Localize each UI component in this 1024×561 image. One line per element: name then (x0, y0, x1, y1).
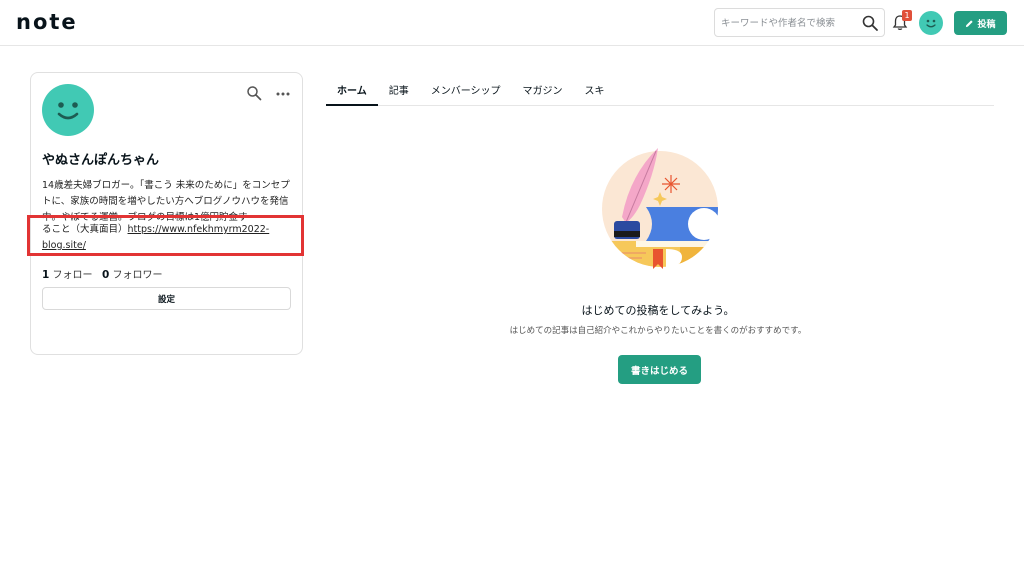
settings-button[interactable]: 設定 (42, 287, 291, 310)
empty-state-title: はじめての投稿をしてみよう。 (581, 304, 735, 317)
tab-articles[interactable]: 記事 (378, 76, 420, 106)
profile-card: やぬさんぽんちゃん 14歳差夫婦ブロガー。「書こう 未来のために」をコンセプトに… (30, 72, 303, 355)
highlight-box (27, 215, 304, 256)
follow-stats: 1 フォロー 0 フォロワー (42, 266, 163, 281)
user-avatar[interactable] (919, 11, 943, 35)
followers-count[interactable]: 0 (102, 269, 109, 281)
profile-tabs: ホーム 記事 メンバーシップ マガジン スキ (326, 76, 994, 106)
smile-avatar-icon (926, 19, 936, 28)
search-icon[interactable] (246, 85, 262, 101)
tab-magazine[interactable]: マガジン (512, 76, 574, 106)
top-header: note 1 投稿 (0, 0, 1024, 46)
quill-ink-illustration (602, 148, 724, 269)
pencil-icon (966, 19, 974, 27)
tab-likes[interactable]: スキ (574, 76, 616, 106)
tab-membership[interactable]: メンバーシップ (420, 76, 512, 106)
profile-name: やぬさんぽんちゃん (42, 153, 160, 168)
followers-label[interactable]: フォロワー (113, 270, 163, 281)
more-icon[interactable] (275, 91, 291, 97)
following-label[interactable]: フォロー (53, 270, 93, 281)
profile-avatar[interactable] (42, 84, 94, 136)
tab-home[interactable]: ホーム (326, 76, 378, 106)
notification-badge: 1 (902, 10, 912, 21)
note-logo[interactable]: note (16, 10, 78, 34)
following-count[interactable]: 1 (42, 269, 49, 281)
search-icon[interactable] (861, 14, 879, 32)
start-writing-button[interactable]: 書きはじめる (618, 355, 701, 384)
empty-state-subtitle: はじめての記事は自己紹介やこれからやりたいことを書くのがおすすめです。 (509, 326, 807, 336)
search-input[interactable] (721, 14, 861, 32)
post-button-label: 投稿 (977, 18, 996, 29)
smile-avatar-icon (57, 102, 79, 120)
post-button[interactable]: 投稿 (954, 11, 1007, 35)
search-box[interactable] (714, 8, 885, 37)
